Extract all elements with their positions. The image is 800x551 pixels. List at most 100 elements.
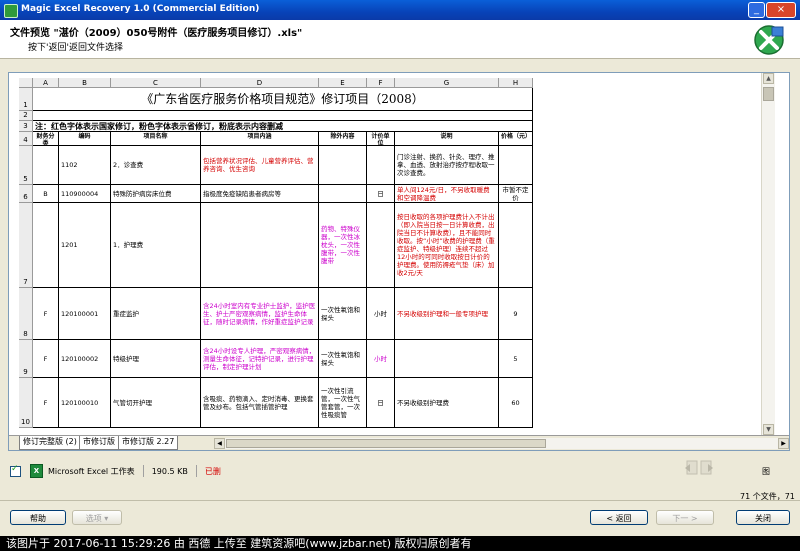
table-cell[interactable]: 门诊注射、换药、针灸、理疗、推拿、血透、放射治疗按疗程收取一次诊查费。 — [395, 146, 499, 185]
row-header[interactable]: 3 — [19, 121, 33, 132]
table-cell[interactable]: 120100010 — [59, 378, 111, 428]
table-cell[interactable] — [499, 146, 533, 185]
table-cell[interactable]: 一次性氧饱和探头 — [319, 340, 367, 378]
table-cell[interactable] — [499, 203, 533, 288]
table-cell[interactable]: F — [33, 288, 59, 340]
table-header-cell[interactable]: 项目名称 — [111, 132, 201, 146]
help-button[interactable]: 帮助 — [10, 510, 66, 525]
table-cell[interactable]: 含吸痰、药物滴入、定时消毒、更换套管及纱布。包括气管插管护理 — [201, 378, 319, 428]
table-cell[interactable]: F — [33, 378, 59, 428]
column-header[interactable]: G — [395, 78, 499, 88]
table-cell[interactable]: 按日收取的各项护理费计入不计出（即入院当日按一日计算收费，出院当日不计算收费），… — [395, 203, 499, 288]
horizontal-scrollbar[interactable]: ◀ ▶ — [214, 438, 789, 449]
table-cell[interactable]: 特级护理 — [111, 340, 201, 378]
minimize-button[interactable]: _ — [748, 2, 765, 18]
row-header[interactable]: 1 — [19, 88, 33, 111]
sheet-title-cell[interactable]: 《广东省医疗服务价格项目规范》修订项目（2008） — [33, 88, 533, 111]
row-header[interactable]: 7 — [19, 203, 33, 288]
scroll-left-arrow-icon[interactable]: ◀ — [214, 438, 225, 449]
table-cell[interactable]: 重症监护 — [111, 288, 201, 340]
file-size: 190.5 KB — [151, 466, 188, 476]
table-cell[interactable]: 60 — [499, 378, 533, 428]
table-cell[interactable]: 120100002 — [59, 340, 111, 378]
table-cell[interactable]: 含24小时室内有专业护士监护，监护医生、护士严密观察病情，监护生命体征，随时记录… — [201, 288, 319, 340]
table-cell[interactable]: 小时 — [367, 288, 395, 340]
note-cell[interactable]: 注：红色字体表示国家修订，粉色字体表示省修订，粉底表示内容删减 — [33, 121, 533, 132]
table-cell[interactable]: 110900004 — [59, 185, 111, 203]
vertical-scroll-thumb[interactable] — [763, 87, 774, 101]
table-cell[interactable]: 5 — [499, 340, 533, 378]
table-cell[interactable]: 1．护理费 — [111, 203, 201, 288]
horizontal-scroll-thumb[interactable] — [226, 439, 546, 448]
table-header-cell[interactable]: 价格（元） — [499, 132, 533, 146]
spreadsheet-viewer[interactable]: A B C D E F G H 1 2 3 4 5 6 7 8 9 10 《广东省医疗服务价格项目规范》修订项目（2… — [8, 72, 790, 451]
file-checkbox[interactable] — [10, 464, 21, 477]
table-cell[interactable]: 1102 — [59, 146, 111, 185]
row-header[interactable]: 10 — [19, 378, 33, 428]
row-header[interactable]: 9 — [19, 340, 33, 378]
vertical-scrollbar[interactable]: ▲ ▼ — [761, 73, 775, 435]
column-header[interactable]: H — [499, 78, 533, 88]
table-cell[interactable]: 指极度免疫缺陷患者病房等 — [201, 185, 319, 203]
blank-row-cell[interactable] — [33, 111, 533, 121]
scroll-up-arrow-icon[interactable]: ▲ — [763, 73, 774, 84]
column-header[interactable]: A — [33, 78, 59, 88]
sheet-tab-3[interactable]: 市修订版 2.27 — [118, 436, 179, 450]
column-header[interactable]: B — [59, 78, 111, 88]
table-cell[interactable]: 1201 — [59, 203, 111, 288]
table-cell[interactable]: 120100001 — [59, 288, 111, 340]
table-cell[interactable]: 药物、特殊仪器，一次性冰枕头，一次性腹带，一次性腹带 — [319, 203, 367, 288]
row-header[interactable]: 5 — [19, 146, 33, 185]
scroll-right-arrow-icon[interactable]: ▶ — [778, 438, 789, 449]
table-cell[interactable]: 2．诊查费 — [111, 146, 201, 185]
table-cell[interactable]: 气管切开护理 — [111, 378, 201, 428]
table-header-cell[interactable]: 财务分类 — [33, 132, 59, 146]
row-header[interactable]: 6 — [19, 185, 33, 203]
next-button[interactable]: 下一 > — [656, 510, 714, 525]
sheet-tabs-bar: 修订完整版 (2) 市修订版 (1) 市修订版 2.27 ◀ ▶ — [9, 435, 789, 450]
scroll-down-arrow-icon[interactable]: ▼ — [763, 424, 774, 435]
table-cell[interactable] — [367, 146, 395, 185]
table-header-cell[interactable]: 说明 — [395, 132, 499, 146]
column-header[interactable]: E — [319, 78, 367, 88]
table-cell[interactable] — [367, 203, 395, 288]
row-header[interactable]: 4 — [19, 132, 33, 146]
table-cell[interactable]: 小时 — [367, 340, 395, 378]
table-cell[interactable]: 含24小时设专人护理，严密观察病情，测量生命体征，记特护记录，进行护理评估，制定… — [201, 340, 319, 378]
table-cell[interactable]: 市暂不定价 — [499, 185, 533, 203]
table-cell[interactable]: 不另收级别护理费 — [395, 378, 499, 428]
table-header-cell[interactable]: 除外内容 — [319, 132, 367, 146]
sheet-area[interactable]: A B C D E F G H 1 2 3 4 5 6 7 8 9 10 《广东省医疗服务价格项目规范》修订项目（2… — [9, 73, 775, 435]
table-cell[interactable] — [33, 203, 59, 288]
table-cell[interactable]: 包括营养状况评估、儿童营养评估、营养咨询、优生咨询 — [201, 146, 319, 185]
close-button[interactable]: 关闭 — [736, 510, 790, 525]
table-cell[interactable]: 日 — [367, 185, 395, 203]
table-cell[interactable]: 单人间124元/日，不另收取暖费和空调降温费 — [395, 185, 499, 203]
column-header[interactable]: F — [367, 78, 395, 88]
table-cell[interactable] — [395, 340, 499, 378]
table-cell[interactable]: 一次性氧饱和探头 — [319, 288, 367, 340]
table-cell[interactable] — [319, 146, 367, 185]
row-header[interactable]: 2 — [19, 111, 33, 121]
column-header[interactable]: C — [111, 78, 201, 88]
table-cell[interactable] — [201, 203, 319, 288]
table-cell[interactable]: 9 — [499, 288, 533, 340]
table-header-cell[interactable]: 项目内涵 — [201, 132, 319, 146]
options-button[interactable]: 选项 ▾ — [72, 510, 122, 525]
table-cell[interactable]: 一次性引流管，一次性气管套管，一次性吸痰管 — [319, 378, 367, 428]
table-cell[interactable]: B — [33, 185, 59, 203]
row-header[interactable]: 8 — [19, 288, 33, 340]
close-window-button[interactable]: × — [766, 2, 796, 18]
back-button[interactable]: < 返回 — [590, 510, 648, 525]
sheet-tab-1[interactable]: 修订完整版 (2) — [19, 436, 81, 450]
table-header-cell[interactable]: 计价单位 — [367, 132, 395, 146]
column-header[interactable]: D — [201, 78, 319, 88]
table-cell[interactable]: 特殊防护病房床位费 — [111, 185, 201, 203]
corner-cell[interactable] — [19, 78, 33, 88]
table-cell[interactable]: 不另收级别护理和一般专项护理 — [395, 288, 499, 340]
table-cell[interactable] — [33, 146, 59, 185]
table-cell[interactable]: F — [33, 340, 59, 378]
table-cell[interactable]: 日 — [367, 378, 395, 428]
table-cell[interactable] — [319, 185, 367, 203]
table-header-cell[interactable]: 编码 — [59, 132, 111, 146]
